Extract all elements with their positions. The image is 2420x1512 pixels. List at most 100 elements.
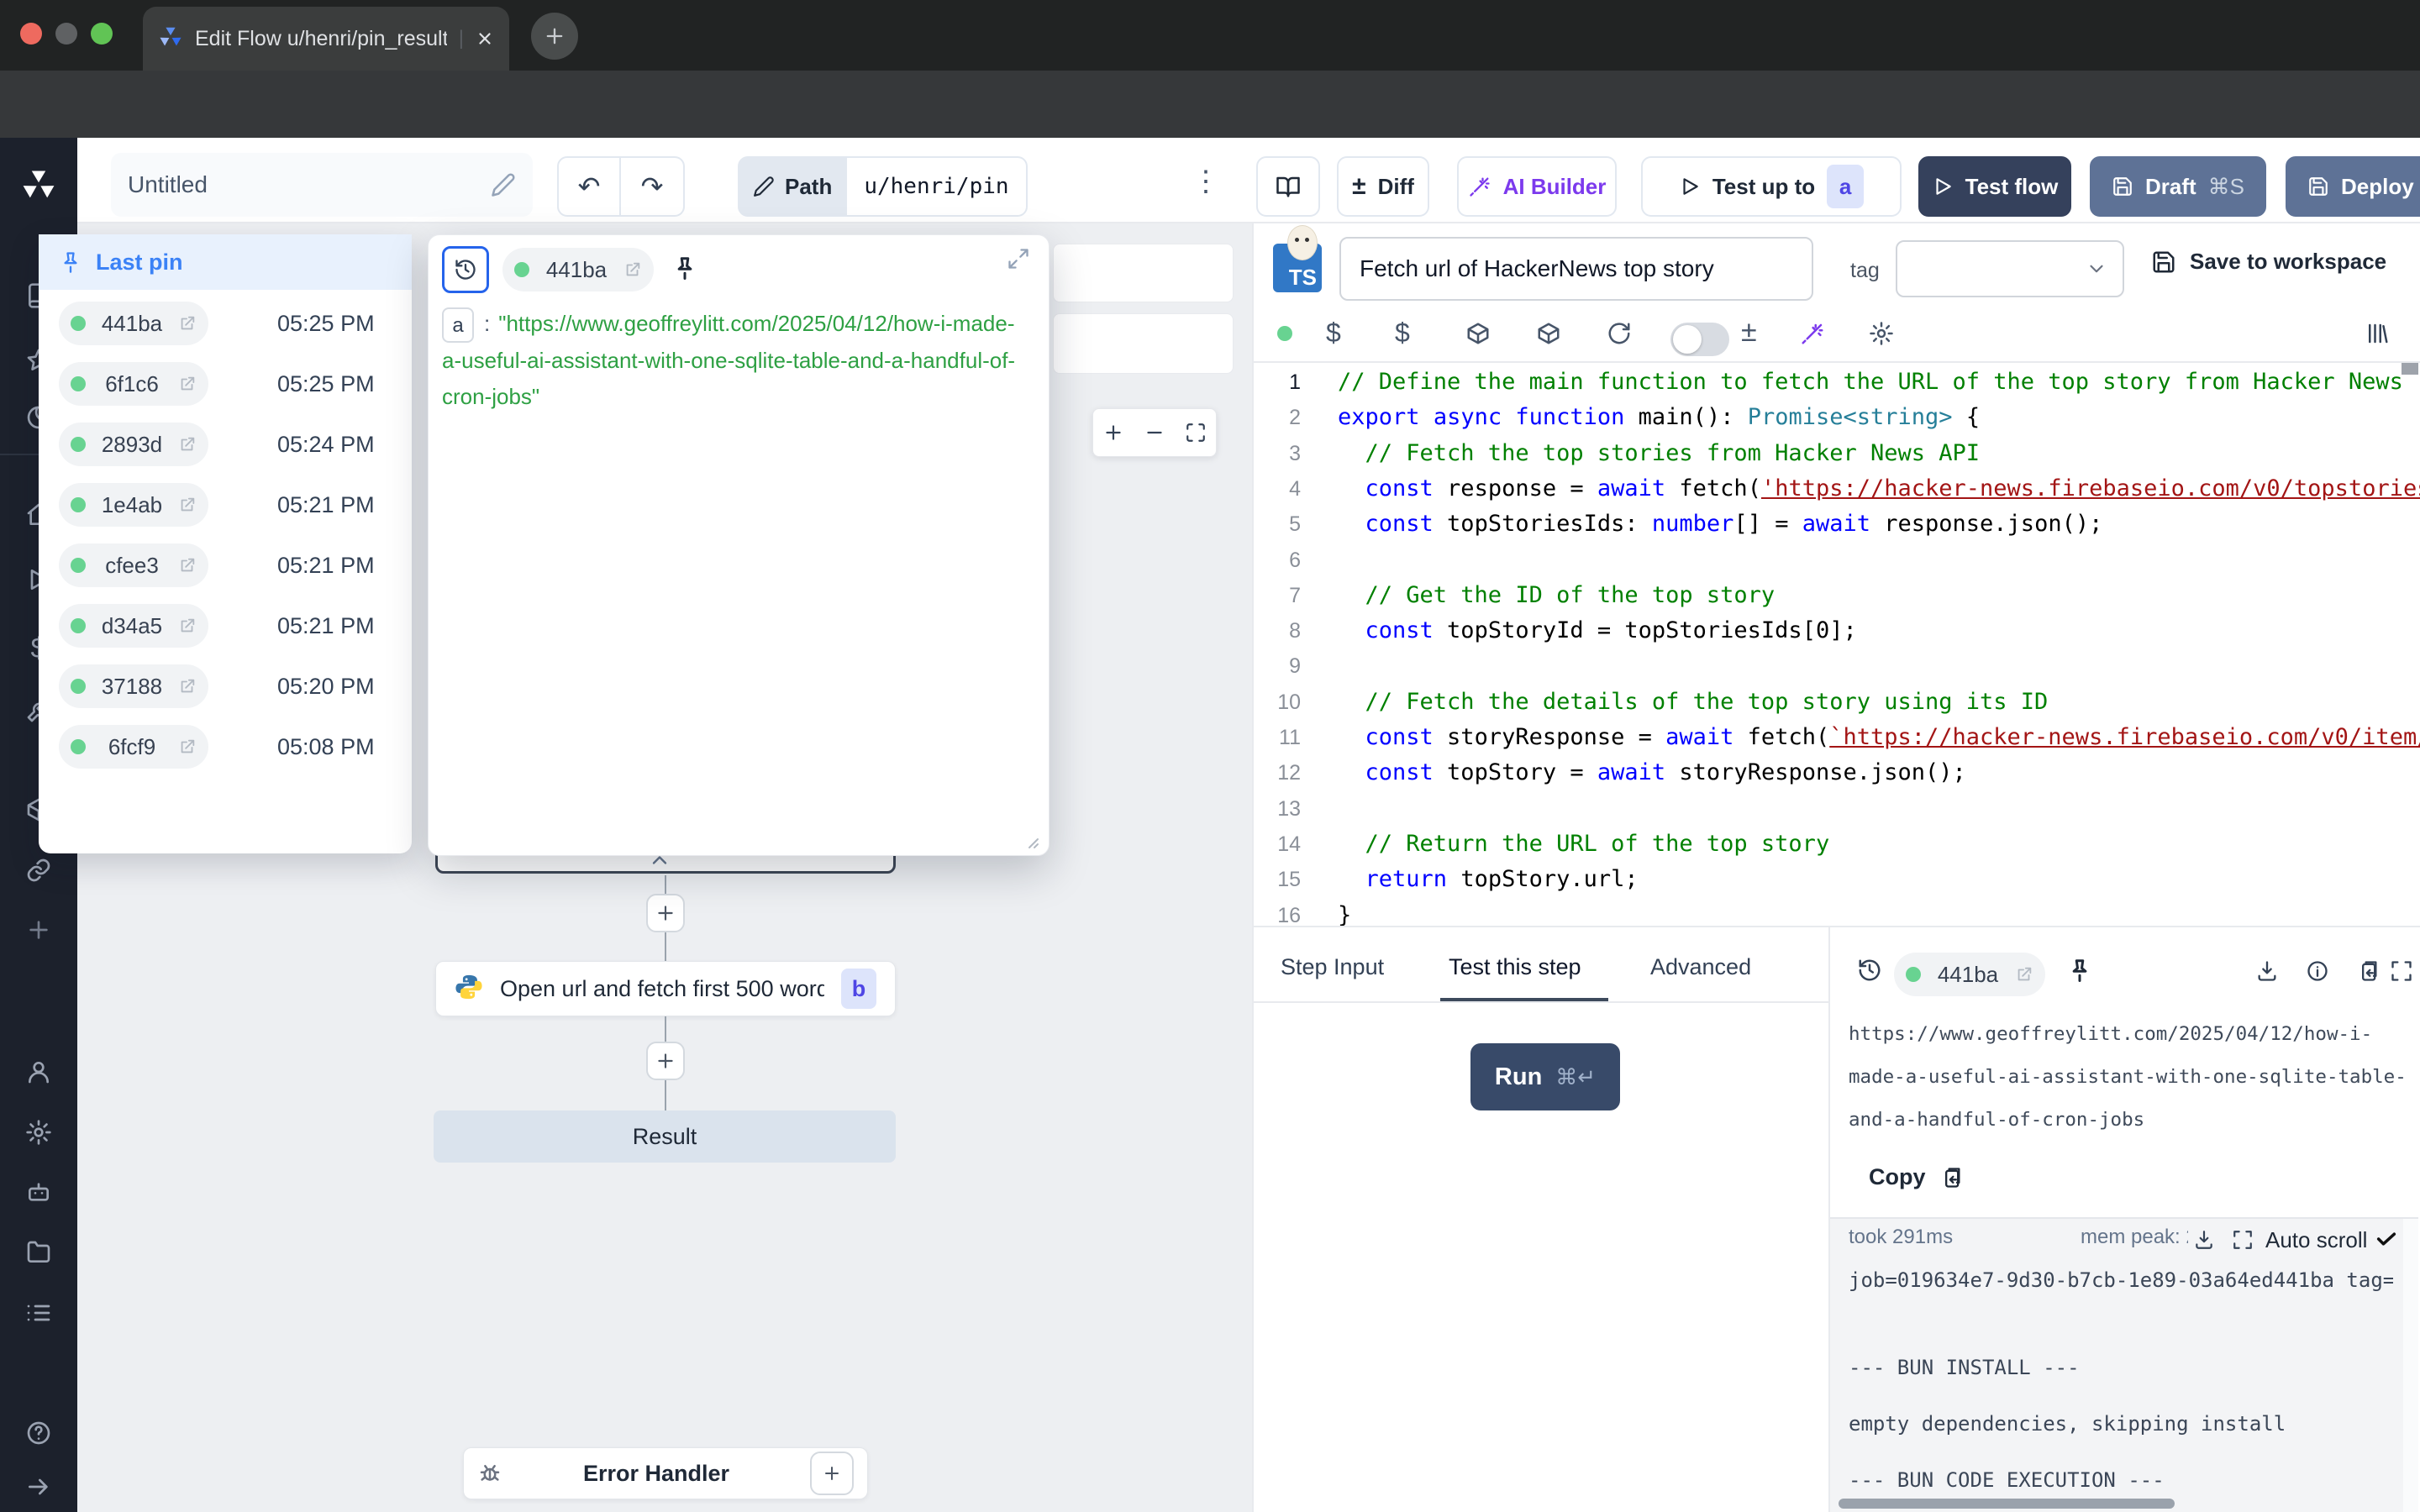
- pin-list-item[interactable]: 6fcf9 05:08 PM: [39, 717, 412, 777]
- diff-icon[interactable]: ±: [1741, 316, 1757, 349]
- pin-list-item[interactable]: d34a5 05:21 PM: [39, 596, 412, 656]
- tab-advanced[interactable]: Advanced: [1650, 954, 1751, 980]
- pin-id-pill[interactable]: 441ba: [59, 302, 208, 345]
- save-to-workspace-button[interactable]: Save to workspace: [2151, 249, 2386, 275]
- download-logs-icon[interactable]: [2193, 1229, 2215, 1251]
- pin-id-pill[interactable]: d34a5: [59, 604, 208, 648]
- pin-list-item[interactable]: cfee3 05:21 PM: [39, 535, 412, 596]
- edit-name-pencil-icon[interactable]: [491, 172, 516, 197]
- zoom-out-icon[interactable]: [1144, 422, 1165, 444]
- pin-id-pill[interactable]: 37188: [59, 664, 208, 708]
- pin-list-item[interactable]: 6f1c6 05:25 PM: [39, 354, 412, 414]
- insert-step-button[interactable]: [646, 1042, 685, 1080]
- traffic-light-close[interactable]: [20, 23, 42, 45]
- library-panel-icon[interactable]: [2365, 321, 2390, 346]
- assets-icon[interactable]: $: [1326, 318, 1341, 349]
- fit-view-icon[interactable]: [1185, 422, 1207, 444]
- pin-icon[interactable]: [672, 255, 697, 281]
- pin-list-item[interactable]: 1e4ab 05:21 PM: [39, 475, 412, 535]
- flow-name-field[interactable]: Untitled: [111, 153, 533, 217]
- expand-sidebar-arrow-icon[interactable]: [25, 1473, 52, 1500]
- deploy-button[interactable]: Deploy: [2286, 156, 2420, 217]
- external-link-icon[interactable]: [2015, 965, 2033, 984]
- info-icon[interactable]: [2306, 959, 2329, 983]
- last-pin-header[interactable]: Last pin: [39, 234, 412, 290]
- path-value[interactable]: u/henri/pin: [847, 156, 1027, 217]
- pin-list-item[interactable]: 2893d 05:24 PM: [39, 414, 412, 475]
- external-link-icon[interactable]: [178, 435, 197, 454]
- external-link-icon[interactable]: [178, 314, 197, 333]
- result-id-pill[interactable]: 441ba: [502, 248, 654, 291]
- editor-toggle[interactable]: [1670, 323, 1729, 356]
- external-link-icon[interactable]: [178, 738, 197, 756]
- docs-book-button[interactable]: [1256, 156, 1320, 217]
- expand-logs-icon[interactable]: [2232, 1229, 2254, 1251]
- pin-id-pill[interactable]: 1e4ab: [59, 483, 208, 527]
- logs-vertical-scrollbar[interactable]: [2403, 1219, 2418, 1512]
- script-settings-gear-icon[interactable]: [1869, 321, 1894, 346]
- tab-test-this-step[interactable]: Test this step: [1449, 954, 1581, 980]
- external-link-icon[interactable]: [178, 496, 197, 514]
- assistant-robot-icon[interactable]: [25, 1179, 52, 1205]
- result-id-pill[interactable]: 441ba: [1894, 953, 2045, 996]
- path-control[interactable]: Path u/henri/pin: [738, 156, 1028, 217]
- add-error-handler-button[interactable]: [810, 1452, 854, 1495]
- more-options-kebab-icon[interactable]: ⋮: [1192, 165, 1220, 198]
- test-flow-button[interactable]: Test flow: [1918, 156, 2071, 217]
- ai-wand-icon[interactable]: [1800, 321, 1825, 346]
- insert-step-button[interactable]: [646, 894, 685, 932]
- fullscreen-icon[interactable]: [2390, 959, 2413, 983]
- history-button[interactable]: [442, 246, 489, 293]
- help-icon[interactable]: [25, 1420, 52, 1446]
- resources-link-icon[interactable]: [25, 857, 52, 884]
- tab-step-input[interactable]: Step Input: [1281, 954, 1384, 980]
- new-tab-button[interactable]: [531, 13, 578, 60]
- pin-list-item[interactable]: 441ba 05:25 PM: [39, 293, 412, 354]
- external-link-icon[interactable]: [178, 556, 197, 575]
- editor-scrollbar-thumb[interactable]: [2402, 363, 2418, 375]
- flow-input-node[interactable]: [1053, 244, 1234, 302]
- test-up-to-button[interactable]: Test up to a: [1641, 156, 1902, 217]
- error-handler-node[interactable]: Error Handler: [463, 1447, 868, 1499]
- undo-button[interactable]: ↶: [557, 156, 621, 217]
- resize-handle[interactable]: [1020, 830, 1040, 850]
- tab-close-icon[interactable]: [476, 29, 494, 48]
- pin-id-pill[interactable]: 2893d: [59, 423, 208, 466]
- settings-gear-icon[interactable]: [25, 1119, 52, 1146]
- browser-tab[interactable]: Edit Flow u/henri/pin_results |: [143, 7, 509, 71]
- windmill-logo[interactable]: [20, 166, 57, 207]
- folders-icon[interactable]: [25, 1239, 52, 1266]
- code-editor[interactable]: 12345678910111213141516 // Define the ma…: [1252, 363, 2420, 926]
- ai-builder-button[interactable]: AI Builder: [1457, 156, 1617, 217]
- pin-icon[interactable]: [2067, 958, 2092, 983]
- copy-button[interactable]: Copy: [1869, 1164, 1963, 1190]
- run-button[interactable]: Run ⌘↵: [1470, 1043, 1620, 1110]
- pin-id-pill[interactable]: 6fcf9: [59, 725, 208, 769]
- draft-button[interactable]: Draft ⌘S: [2090, 156, 2266, 217]
- external-link-icon[interactable]: [178, 617, 197, 635]
- tag-select[interactable]: [1896, 240, 2124, 297]
- flow-node-b[interactable]: Open url and fetch first 500 words of ..…: [435, 961, 896, 1016]
- expand-popup-icon[interactable]: [1007, 247, 1030, 270]
- add-icon[interactable]: [25, 916, 52, 943]
- reload-script-icon[interactable]: [1607, 321, 1632, 346]
- external-link-icon[interactable]: [178, 677, 197, 696]
- external-link-icon[interactable]: [178, 375, 197, 393]
- audit-logs-icon[interactable]: [25, 1299, 52, 1326]
- diff-button[interactable]: ± Diff: [1337, 156, 1429, 217]
- json-key-chip[interactable]: a: [442, 307, 474, 343]
- account-icon[interactable]: [25, 1058, 52, 1085]
- package-icon[interactable]: [1465, 321, 1491, 346]
- download-result-icon[interactable]: [2255, 959, 2279, 983]
- history-icon[interactable]: [1857, 958, 1882, 983]
- package-icon[interactable]: [1536, 321, 1561, 346]
- external-link-icon[interactable]: [623, 260, 642, 279]
- traffic-light-zoom[interactable]: [91, 23, 113, 45]
- step-summary-input[interactable]: [1339, 237, 1813, 301]
- pin-id-pill[interactable]: cfee3: [59, 543, 208, 587]
- pin-id-pill[interactable]: 6f1c6: [59, 362, 208, 406]
- pin-list-item[interactable]: 37188 05:20 PM: [39, 656, 412, 717]
- flow-result-node[interactable]: Result: [434, 1110, 896, 1163]
- variables-icon[interactable]: $: [1395, 318, 1410, 349]
- redo-button[interactable]: ↷: [621, 156, 685, 217]
